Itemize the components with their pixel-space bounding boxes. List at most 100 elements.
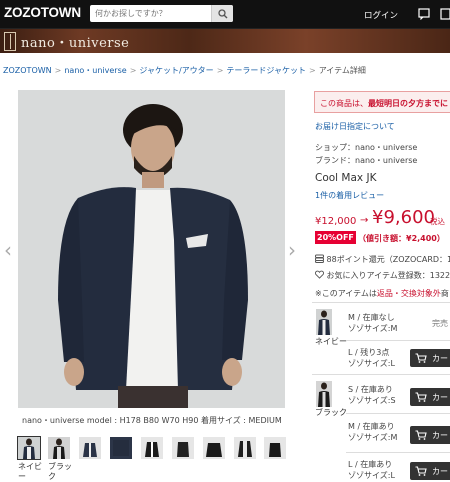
delivery-date-link[interactable]: お届け日指定について — [315, 121, 395, 132]
delivery-notice: この商品は、最短明日の夕方までに — [314, 91, 450, 113]
notice-bold: 最短明日の夕方までに — [368, 99, 448, 108]
breadcrumb-zozotown[interactable]: ZOZOTOWN — [3, 66, 52, 75]
size-m-black: M / 在庫あり ゾゾサイズ:M — [348, 421, 397, 443]
breadcrumb: ZOZOTOWN > nano・universe > ジャケット/アウター > テーラードジ… — [3, 65, 366, 76]
thumbnail-image — [203, 437, 225, 459]
return-warning: ※このアイテムは返品・交換対象外商 — [315, 288, 449, 299]
notice-prefix: この商品は、 — [320, 99, 368, 108]
cart-icon — [415, 430, 427, 440]
sale-price: ¥9,600 — [372, 207, 435, 228]
divider — [312, 374, 450, 375]
review-link[interactable]: 1件の着用レビュー — [315, 190, 384, 201]
thumbnail-4[interactable] — [110, 437, 132, 459]
discount-amount: （値引き額：¥2,400） — [358, 234, 445, 243]
thumbnail-label-navy: ネイビー — [18, 462, 42, 481]
zozo-size: ゾゾサイズ:L — [348, 471, 395, 480]
breadcrumb-separator: > — [54, 66, 62, 75]
search-box — [90, 5, 233, 22]
size-l-navy: L / 残り3点 ゾゾサイズ:L — [348, 347, 395, 369]
thumbnail-label-black: ブラック — [48, 462, 72, 481]
size-stock: M / 在庫あり — [348, 422, 395, 431]
breadcrumb-subcategory[interactable]: テーラードジャケット — [226, 66, 306, 75]
size-stock: L / 残り3点 — [348, 348, 390, 357]
thumbnail-6[interactable] — [172, 437, 194, 459]
color-name-navy: ネイビー — [315, 337, 347, 346]
color-swatch-black[interactable] — [316, 381, 332, 407]
thumbnail-image — [141, 437, 163, 459]
size-s-black: S / 在庫あり ゾゾサイズ:S — [348, 384, 396, 406]
brand-name: nano・universe — [21, 36, 130, 51]
thumbnail-navy[interactable] — [17, 436, 41, 460]
zozotown-logo[interactable]: ZOZOTOWN — [4, 5, 81, 20]
swatch-image — [316, 309, 332, 335]
zozo-size: ゾゾサイズ:S — [348, 396, 396, 405]
warning-red[interactable]: 返品・交換対象外 — [377, 289, 441, 298]
size-l-black: L / 在庫あり ゾゾサイズ:L — [348, 459, 395, 481]
add-to-cart-button[interactable]: カート — [410, 426, 450, 444]
divider — [346, 340, 450, 341]
thumbnail-7[interactable] — [203, 437, 225, 459]
warning-suffix: 商 — [440, 289, 449, 298]
brand-banner[interactable]: nano・universe — [0, 28, 450, 53]
search-icon — [218, 9, 228, 19]
size-stock: L / 在庫あり — [348, 460, 393, 469]
thumbnail-8[interactable] — [234, 437, 256, 459]
thumbnail-image — [79, 437, 101, 459]
thumbnail-3[interactable] — [79, 437, 101, 459]
thumbnail-black[interactable] — [48, 437, 70, 459]
heart-icon[interactable] — [314, 270, 325, 279]
thumbnail-image — [48, 437, 70, 459]
color-swatch-navy[interactable] — [316, 309, 332, 335]
breadcrumb-separator: > — [309, 66, 316, 75]
model-caption: nano・universe model : H178 B80 W70 H90 着… — [22, 416, 282, 425]
shop-line[interactable]: ショップ：nano・universe — [315, 142, 417, 153]
cart-icon[interactable] — [440, 8, 450, 20]
thumbnail-image — [172, 437, 194, 459]
coin-stack-icon — [315, 254, 324, 263]
cart-button-label: カート — [432, 354, 450, 363]
site-header: ZOZOTOWN ログイン — [0, 0, 450, 28]
divider — [312, 302, 450, 303]
brand-mark-icon — [4, 32, 16, 51]
breadcrumb-separator: > — [216, 66, 224, 75]
cart-button-label: カート — [432, 467, 450, 476]
sold-out-label: 完売 — [432, 319, 448, 328]
discount-badge: 20%OFF — [315, 231, 356, 244]
breadcrumb-current: アイテム詳細 — [318, 66, 366, 75]
breadcrumb-category[interactable]: ジャケット/アウター — [139, 66, 213, 75]
thumbnail-image — [18, 437, 40, 459]
search-input[interactable] — [90, 5, 212, 22]
add-to-cart-button[interactable]: カート — [410, 388, 450, 406]
divider — [346, 413, 450, 414]
breadcrumb-separator: > — [129, 66, 137, 75]
divider — [346, 452, 450, 453]
brand-line[interactable]: ブランド：nano・universe — [315, 155, 417, 166]
thumbnail-image — [264, 437, 286, 459]
next-image-arrow[interactable]: › — [288, 238, 296, 262]
breadcrumb-brand[interactable]: nano・universe — [64, 66, 126, 75]
message-icon[interactable] — [418, 8, 430, 20]
zozo-size: ゾゾサイズ:M — [348, 433, 398, 442]
prev-image-arrow[interactable]: ‹ — [4, 238, 12, 262]
login-link[interactable]: ログイン — [364, 9, 398, 21]
cart-button-label: カート — [432, 393, 450, 402]
search-button[interactable] — [211, 5, 233, 22]
add-to-cart-button[interactable]: カート — [410, 462, 450, 480]
cart-button-label: カート — [432, 431, 450, 440]
price-arrow: → — [360, 215, 369, 226]
warning-prefix: ※このアイテムは — [315, 289, 377, 298]
size-stock: M / 在庫なし — [348, 313, 395, 322]
model-photo — [18, 90, 285, 408]
swatch-image — [316, 381, 332, 407]
cart-icon — [415, 353, 427, 363]
thumbnail-9[interactable] — [264, 437, 286, 459]
size-stock: S / 在庫あり — [348, 385, 393, 394]
thumbnail-5[interactable] — [141, 437, 163, 459]
points-row: 88ポイント還元（ZOZOCARD：1 — [315, 254, 450, 265]
add-to-cart-button[interactable]: カート — [410, 349, 450, 367]
original-price: ¥12,000 — [315, 216, 357, 227]
points-text: 88ポイント還元（ZOZOCARD：1 — [326, 255, 450, 264]
color-name-black: ブラック — [315, 408, 347, 417]
favorites-row: お気に入りアイテム登録数：1322 — [314, 270, 450, 281]
zozo-size: ゾゾサイズ:L — [348, 359, 395, 368]
